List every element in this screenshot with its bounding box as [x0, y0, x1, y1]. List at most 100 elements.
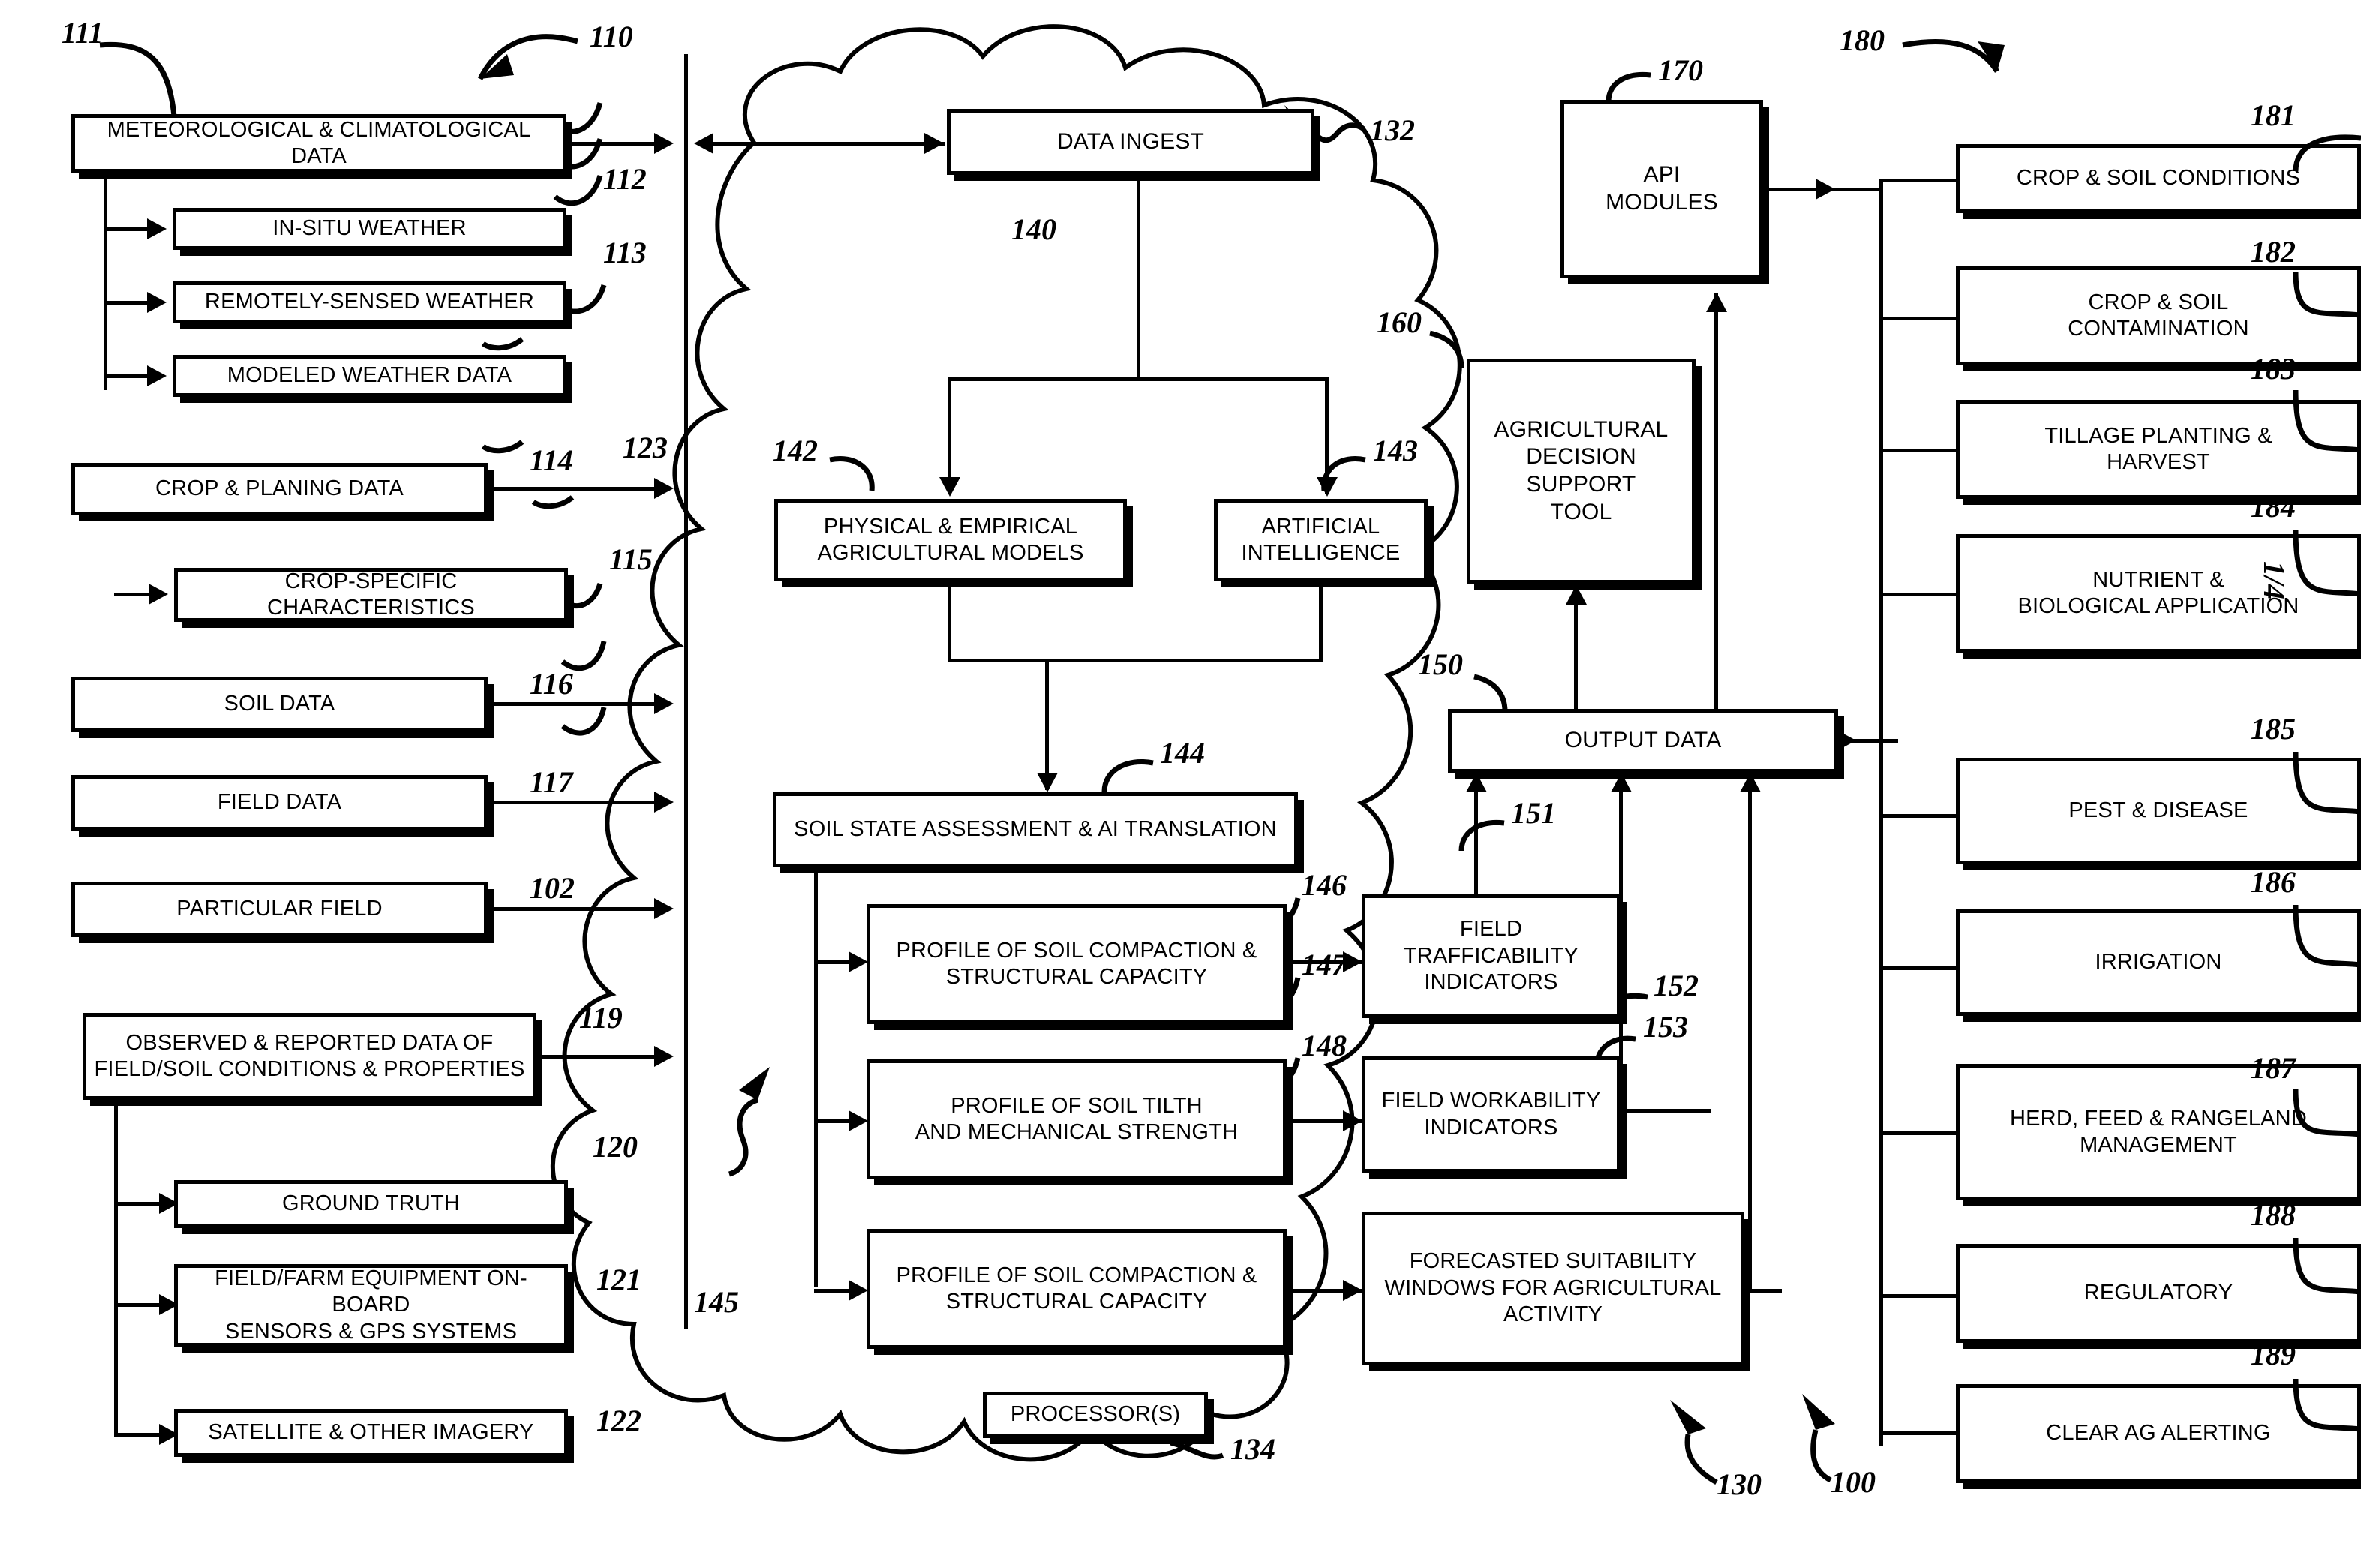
ref-143: 143: [1373, 434, 1418, 467]
branch-arm-ground-truth: [114, 1202, 161, 1206]
ref-132: 132: [1370, 113, 1415, 147]
branch-arm-in-situ: [104, 227, 149, 231]
ai-box[interactable]: ARTIFICIAL INTELLIGENCE: [1214, 499, 1428, 581]
output-arm-9: [1879, 1431, 1958, 1435]
data-ingest-box[interactable]: DATA INGEST: [947, 109, 1314, 175]
ref-160: 160: [1377, 305, 1422, 339]
input-box-modeled-weather-data[interactable]: MODELED WEATHER DATA: [173, 355, 566, 397]
equipment-line-1: FIELD/FARM EQUIPMENT ON-BOARD: [215, 1266, 527, 1317]
arrow-to-soil-state: [1037, 773, 1058, 792]
bus-to-ingest-arrow-left: [694, 133, 713, 154]
output-box-pest-disease[interactable]: PEST & DISEASE: [1956, 758, 2361, 864]
input-box-observed-reported-data[interactable]: OBSERVED & REPORTED DATA OF FIELD/SOIL C…: [83, 1013, 536, 1100]
decision-line-2: DECISION SUPPORT: [1526, 444, 1636, 497]
ref-185: 185: [2251, 712, 2296, 746]
branch-arm-modeled: [104, 374, 149, 378]
output-label: IRRIGATION: [2095, 950, 2222, 975]
input-box-meteorological[interactable]: METEOROLOGICAL & CLIMATOLOGICAL DATA: [71, 114, 566, 173]
ref-140: 140: [1011, 212, 1056, 246]
processors-box[interactable]: PROCESSOR(S): [983, 1392, 1208, 1438]
output-box-herd-feed-rangeland[interactable]: HERD, FEED & RANGELAND MANAGEMENT: [1956, 1064, 2361, 1200]
models-line-1: PHYSICAL & EMPIRICAL: [823, 514, 1078, 539]
trafficability-up-arrow: [1466, 773, 1487, 792]
feed-arrow-crop: [654, 478, 674, 499]
input-box-crop-specific-characteristics[interactable]: CROP-SPECIFIC CHARACTERISTICS: [174, 568, 568, 622]
input-box-field-data[interactable]: FIELD DATA: [71, 775, 488, 831]
feed-observed: [536, 1055, 660, 1059]
soil-state-box[interactable]: SOIL STATE ASSESSMENT & AI TRANSLATION: [773, 792, 1298, 867]
output-to-decision-arrow: [1566, 585, 1587, 605]
feed-arrow-meteorological: [654, 133, 674, 154]
output-to-api-arrow: [1706, 293, 1727, 312]
output-distribution-bus: [1879, 179, 1883, 1446]
ref-119: 119: [579, 1001, 623, 1035]
indicator-box-workability[interactable]: FIELD WORKABILITY INDICATORS: [1362, 1056, 1621, 1173]
equipment-line-2: SENSORS & GPS SYSTEMS: [224, 1319, 518, 1344]
ref-123: 123: [623, 431, 668, 464]
output-box-regulatory[interactable]: REGULATORY: [1956, 1244, 2361, 1343]
feed-crop: [488, 487, 660, 491]
output-box-clear-ag-alerting[interactable]: CLEAR AG ALERTING: [1956, 1384, 2361, 1483]
profile-arrow-1: [849, 951, 868, 972]
patent-figure: METEOROLOGICAL & CLIMATOLOGICAL DATA IN-…: [0, 0, 2361, 1568]
api-line-1: API: [1643, 162, 1681, 188]
profile-arm-1: [814, 960, 850, 964]
api-modules-box[interactable]: API MODULES: [1560, 100, 1763, 278]
profile-box-1[interactable]: PROFILE OF SOIL COMPACTION & STRUCTURAL …: [867, 904, 1287, 1024]
input-box-remotely-sensed-weather[interactable]: REMOTELY-SENSED WEATHER: [173, 281, 566, 323]
output-box-irrigation[interactable]: IRRIGATION: [1956, 909, 2361, 1016]
ref-111: 111: [62, 16, 104, 50]
input-box-crop-planing-data[interactable]: CROP & PLANING DATA: [71, 463, 488, 515]
forecast-up-line: [1748, 773, 1752, 1292]
input-label: REMOTELY-SENSED WEATHER: [204, 290, 535, 314]
profile-arrow-2: [849, 1110, 868, 1131]
output-box-nutrient-biological-application[interactable]: NUTRIENT & BIOLOGICAL APPLICATION: [1956, 534, 2361, 653]
output-arm-2: [1879, 317, 1958, 320]
input-box-ground-truth[interactable]: GROUND TRUTH: [174, 1180, 568, 1228]
decision-line-1: AGRICULTURAL: [1494, 416, 1669, 442]
profile-arm-2: [814, 1119, 850, 1123]
ref-113: 113: [603, 236, 647, 269]
input-box-satellite-imagery[interactable]: SATELLITE & OTHER IMAGERY: [174, 1409, 568, 1457]
output-arm-3: [1879, 449, 1958, 452]
decision-support-tool-box[interactable]: AGRICULTURAL DECISION SUPPORT TOOL: [1467, 359, 1696, 584]
ref-115: 115: [609, 542, 653, 576]
ref-114: 114: [530, 443, 573, 477]
ref-146: 146: [1302, 868, 1347, 902]
ref-144: 144: [1160, 736, 1205, 770]
input-box-particular-field[interactable]: PARTICULAR FIELD: [71, 882, 488, 937]
soil-state-label: SOIL STATE ASSESSMENT & AI TRANSLATION: [794, 817, 1277, 842]
input-box-in-situ-weather[interactable]: IN-SITU WEATHER: [173, 208, 566, 250]
bus-to-ingest-line: [698, 142, 945, 146]
output-label: CLEAR AG ALERTING: [2046, 1421, 2271, 1446]
branch-line-observed: [114, 1097, 118, 1436]
indicator-line-2: INDICATORS: [1424, 970, 1558, 995]
indicator-box-forecasted-windows[interactable]: FORECASTED SUITABILITY WINDOWS FOR AGRIC…: [1362, 1212, 1744, 1365]
output-box-crop-soil-contamination[interactable]: CROP & SOIL CONTAMINATION: [1956, 266, 2361, 365]
forecast-up-arrow: [1740, 773, 1761, 792]
branch-arrow-in-situ: [147, 218, 167, 239]
ai-line-1: ARTIFICIAL: [1261, 514, 1380, 539]
ref-110: 110: [590, 20, 633, 53]
profile-arm-3: [814, 1289, 850, 1293]
ref-170: 170: [1658, 53, 1703, 87]
output-box-crop-soil-conditions[interactable]: CROP & SOIL CONDITIONS: [1956, 144, 2361, 213]
ref-183: 183: [2251, 352, 2296, 386]
output-data-box[interactable]: OUTPUT DATA: [1448, 709, 1838, 773]
indicator-box-trafficability[interactable]: FIELD TRAFFICABILITY INDICATORS: [1362, 894, 1621, 1018]
output-to-api-line: [1714, 293, 1718, 713]
output-label: CROP & SOIL CONDITIONS: [2016, 166, 2301, 191]
profile-box-3[interactable]: PROFILE OF SOIL COMPACTION & STRUCTURAL …: [867, 1229, 1287, 1349]
output-box-tillage-planting-harvest[interactable]: TILLAGE PLANTING & HARVEST: [1956, 400, 2361, 499]
output-line-1: CROP & SOIL: [2088, 290, 2229, 314]
input-label: GROUND TRUTH: [281, 1191, 461, 1216]
output-arm-4: [1879, 593, 1958, 596]
profile-box-2[interactable]: PROFILE OF SOIL TILTH AND MECHANICAL STR…: [867, 1059, 1287, 1179]
input-box-equipment-sensors-gps[interactable]: FIELD/FARM EQUIPMENT ON-BOARD SENSORS & …: [174, 1264, 568, 1347]
ref-116: 116: [530, 667, 573, 701]
input-box-soil-data[interactable]: SOIL DATA: [71, 677, 488, 732]
profile-arrow-3: [849, 1280, 868, 1301]
output-data-label: OUTPUT DATA: [1564, 728, 1722, 753]
ref-189: 189: [2251, 1338, 2296, 1371]
models-box[interactable]: PHYSICAL & EMPIRICAL AGRICULTURAL MODELS: [774, 499, 1127, 581]
